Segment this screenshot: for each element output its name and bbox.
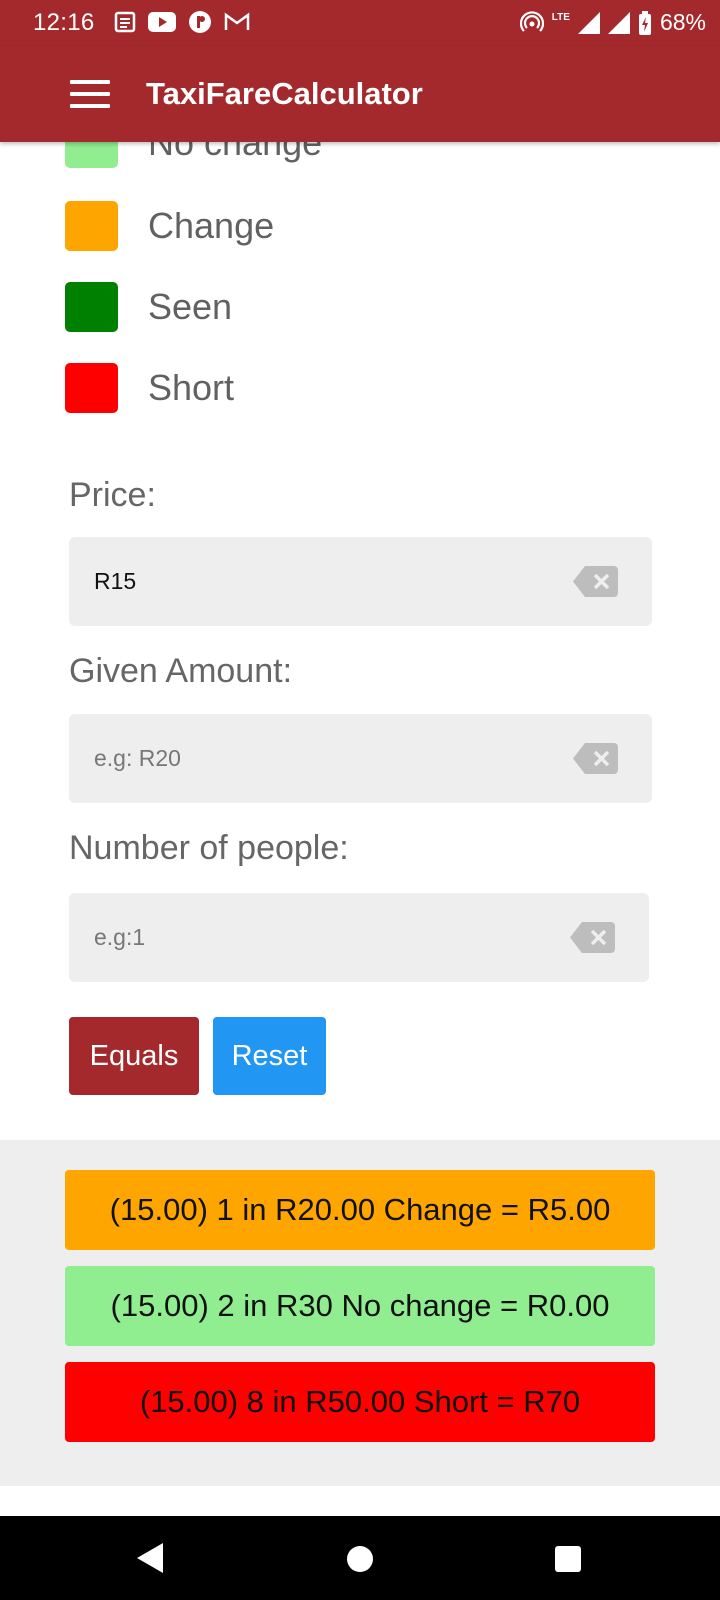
result-item-change: (15.00) 1 in R20.00 Change = R5.00: [65, 1170, 655, 1250]
recents-icon[interactable]: [555, 1546, 581, 1572]
price-input[interactable]: [94, 537, 554, 626]
given-amount-input[interactable]: [94, 714, 554, 803]
people-input[interactable]: [94, 893, 554, 982]
legend-item-seen: Seen: [65, 282, 232, 332]
clear-people-icon[interactable]: [570, 922, 615, 953]
network-type-label: LTE: [551, 12, 570, 23]
equals-button[interactable]: Equals: [69, 1017, 199, 1095]
price-label: Price:: [69, 476, 156, 514]
legend-label: Change: [148, 205, 275, 246]
people-field: [69, 893, 649, 982]
legend-swatch: [65, 363, 118, 413]
reset-button[interactable]: Reset: [213, 1017, 326, 1095]
status-bar: 12:16 LTE 68%: [0, 0, 720, 46]
legend-item-change: Change: [65, 201, 274, 251]
battery-icon: [638, 10, 651, 35]
price-field: [69, 537, 652, 626]
youtube-icon: [148, 12, 176, 32]
given-amount-field: [69, 714, 652, 803]
hotspot-icon: [519, 10, 544, 32]
clear-given-amount-icon[interactable]: [573, 743, 618, 774]
home-icon[interactable]: [347, 1546, 373, 1572]
gmail-icon: [224, 12, 250, 30]
app-bar: TaxiFareCalculator: [0, 46, 720, 142]
legend-swatch: [65, 201, 118, 251]
people-label: Number of people:: [69, 829, 349, 867]
signal-icon: [577, 11, 600, 34]
results-panel: (15.00) 1 in R20.00 Change = R5.00 (15.0…: [0, 1140, 720, 1486]
legend-label: Short: [148, 367, 235, 408]
battery-percent: 68%: [659, 9, 706, 35]
legend-item-short: Short: [65, 363, 234, 413]
status-time: 12:16: [33, 9, 95, 36]
legend-swatch: [65, 282, 118, 332]
app-title: TaxiFareCalculator: [146, 76, 423, 111]
clear-price-icon[interactable]: [573, 566, 618, 597]
app-notification-icon: [189, 11, 211, 33]
menu-icon[interactable]: [70, 80, 110, 108]
signal-icon: [607, 11, 630, 34]
legend-label: Seen: [148, 286, 233, 327]
result-item-no-change: (15.00) 2 in R30 No change = R0.00: [65, 1266, 655, 1346]
result-item-short: (15.00) 8 in R50.00 Short = R70: [65, 1362, 655, 1442]
news-icon: [114, 11, 136, 33]
system-nav-bar: [0, 1516, 720, 1600]
given-amount-label: Given Amount:: [69, 652, 293, 690]
back-icon[interactable]: [137, 1543, 165, 1573]
